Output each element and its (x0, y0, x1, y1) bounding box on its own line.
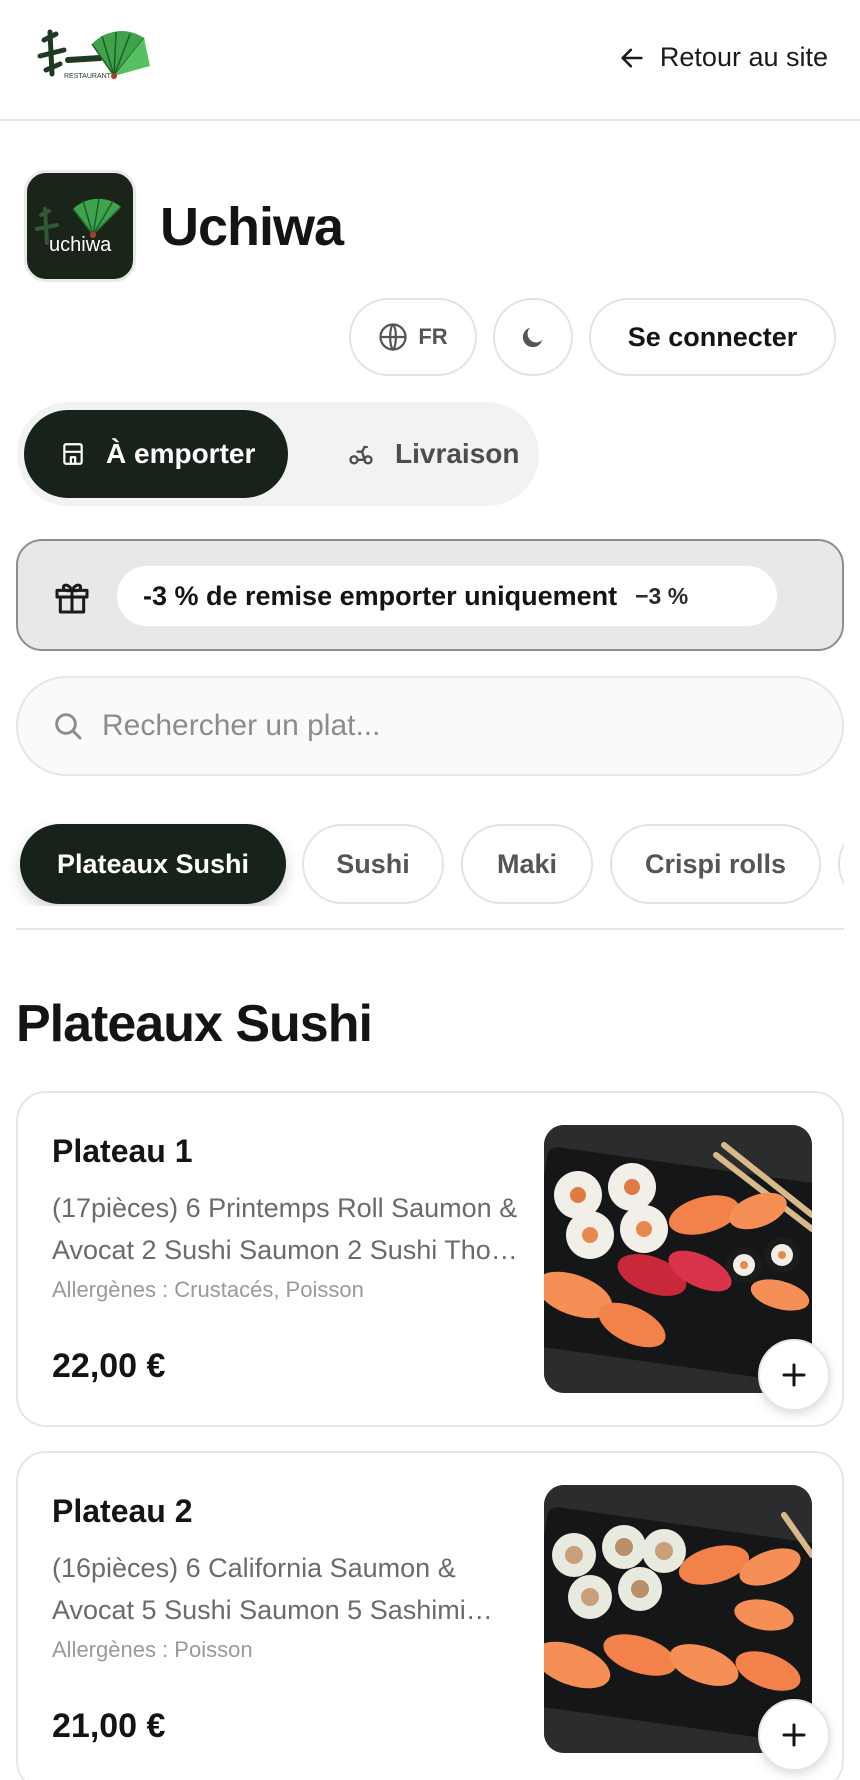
back-link-label: Retour au site (659, 42, 828, 72)
language-label: FR (418, 324, 448, 349)
avatar-text: uchiwa (49, 234, 112, 256)
dish-description: (16pièces) 6 California Saumon & Avocat … (52, 1553, 466, 1625)
search-icon (55, 713, 82, 740)
dish-allergens: Allergènes : Crustacés, Poisson (52, 1277, 364, 1302)
divider (16, 928, 844, 930)
restaurant-avatar: uchiwa (24, 170, 136, 282)
scooter-icon (349, 445, 373, 465)
section-title: Plateaux Sushi (16, 995, 373, 1053)
language-switcher[interactable]: FR (349, 298, 477, 376)
promo-banner: -3 % de remise emporter uniquement −3 % (16, 539, 844, 651)
dish-allergens: Allergènes : Poisson (52, 1637, 253, 1662)
promo-title: -3 % de remise emporter uniquement (143, 580, 618, 611)
category-tab-plateaux-sushi[interactable]: Plateaux Sushi (20, 824, 286, 904)
add-to-cart-button[interactable] (758, 1699, 830, 1771)
dish-card[interactable]: Plateau 1 (17pièces) 6 Printemps Roll Sa… (16, 1091, 844, 1427)
mode-delivery-label: Livraison (395, 438, 520, 469)
theme-toggle-button[interactable] (493, 298, 573, 376)
promo-value: −3 % (635, 582, 689, 609)
promo-chip[interactable]: -3 % de remise emporter uniquement −3 % (117, 566, 777, 626)
restaurant-logo[interactable]: RESTAURANT (34, 26, 164, 92)
top-bar: RESTAURANT Retour au site (0, 0, 860, 121)
back-to-site-link[interactable]: Retour au site (618, 42, 828, 73)
dish-name: Plateau 1 (52, 1133, 193, 1169)
order-mode-toggle: À emporter Livraison (17, 402, 539, 506)
category-tabs: Plateaux Sushi Sushi Maki Crispi rolls (0, 822, 844, 906)
dish-name: Plateau 2 (52, 1493, 193, 1529)
category-tab-maki[interactable]: Maki (461, 824, 593, 904)
mode-takeaway-button[interactable]: À emporter (24, 410, 288, 498)
logo-text: RESTAURANT (64, 73, 112, 80)
plus-icon (782, 1723, 806, 1747)
mode-delivery-button[interactable]: Livraison (307, 410, 527, 498)
globe-icon (379, 323, 407, 352)
plus-icon (782, 1363, 806, 1387)
login-button[interactable]: Se connecter (589, 298, 836, 376)
restaurant-name: Uchiwa (160, 197, 344, 257)
dish-card[interactable]: Plateau 2 (16pièces) 6 California Saumon… (16, 1451, 844, 1780)
category-tab-sushi[interactable]: Sushi (302, 824, 444, 904)
add-to-cart-button[interactable] (758, 1339, 830, 1411)
gift-icon (55, 583, 89, 614)
search-input[interactable] (102, 709, 802, 743)
arrow-left-icon (621, 48, 643, 67)
dish-price: 22,00 € (52, 1347, 166, 1385)
dish-price: 21,00 € (52, 1707, 166, 1745)
search-bar (16, 676, 844, 776)
mode-takeaway-label: À emporter (106, 438, 256, 469)
store-icon (63, 443, 83, 465)
dish-description: (17pièces) 6 Printemps Roll Saumon & Avo… (52, 1193, 518, 1265)
category-tab-next[interactable] (838, 824, 844, 904)
moon-icon (522, 327, 543, 348)
category-tab-crispi-rolls[interactable]: Crispi rolls (610, 824, 821, 904)
